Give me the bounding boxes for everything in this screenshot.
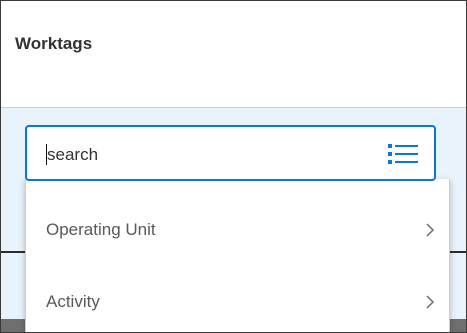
chevron-right-icon	[426, 295, 435, 309]
worktags-panel: Worktags search Operating Unit Activity	[0, 0, 467, 333]
worktag-dropdown: Operating Unit Activity	[25, 179, 450, 332]
panel-header: Worktags	[1, 1, 466, 107]
search-input[interactable]: search	[25, 125, 436, 181]
text-caret	[46, 144, 47, 165]
search-input-text[interactable]: search	[47, 145, 98, 165]
list-icon[interactable]	[388, 143, 418, 165]
dropdown-item-operating-unit[interactable]: Operating Unit	[26, 195, 449, 265]
panel-title: Worktags	[15, 34, 93, 53]
dropdown-item-label: Operating Unit	[46, 220, 156, 239]
dropdown-item-activity[interactable]: Activity	[26, 267, 449, 332]
chevron-right-icon	[426, 223, 435, 237]
dropdown-item-label: Activity	[46, 292, 100, 311]
